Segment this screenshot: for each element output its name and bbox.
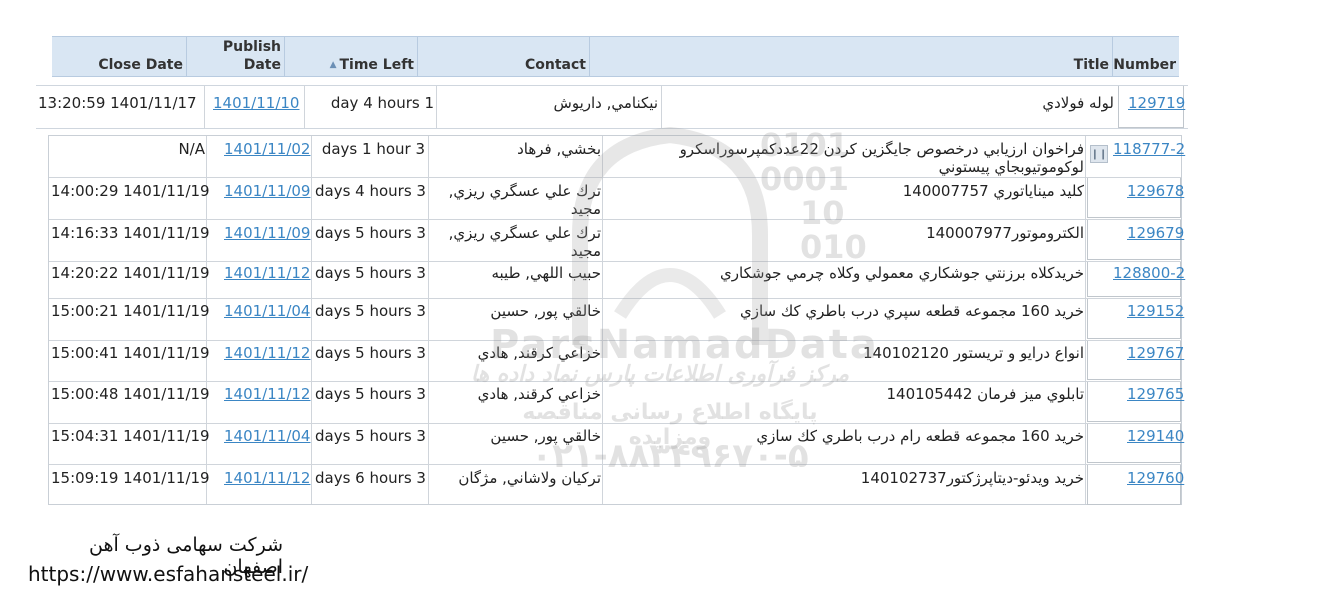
contact-name: تركيان ولاشاني, مژگان <box>458 469 601 487</box>
close-date: 14:20:22 1401/11/19 <box>51 264 210 282</box>
tender-number-link[interactable]: 128800-2 <box>1113 264 1185 282</box>
tender-number-link[interactable]: 129679 <box>1127 224 1184 242</box>
publish-date-link[interactable]: 1401/11/12 <box>224 385 310 403</box>
row-divider <box>49 298 1181 299</box>
contact-name: ترك علي عسگري ريزي, <box>448 182 601 200</box>
close-date: 15:00:48 1401/11/19 <box>51 385 210 403</box>
tender-title: خريد 160 مجموعه قطعه سپري درب باطري كك س… <box>739 302 1084 320</box>
tender-title: لوله فولادي <box>1042 94 1114 112</box>
row-divider <box>49 381 1181 382</box>
row-divider <box>49 340 1181 341</box>
tender-table: ❙❙ 118777-2 فراخوان ارزيابي درخصوص جايگز… <box>48 135 1185 505</box>
tender-number-link[interactable]: 118777-2 <box>1113 140 1185 158</box>
publish-date-link[interactable]: 1401/11/12 <box>224 469 310 487</box>
tender-title: الكتروموتور140007977 <box>926 224 1084 242</box>
publish-date-link[interactable]: 1401/11/10 <box>213 94 299 112</box>
row-divider <box>49 219 1181 220</box>
contact-name-line2: مجيد <box>570 242 601 260</box>
row-divider <box>49 423 1181 424</box>
contact-name: بخشي, فرهاد <box>517 140 601 158</box>
divider <box>311 136 312 504</box>
divider <box>661 86 662 128</box>
header-title[interactable]: Title <box>590 37 1113 77</box>
close-date: 15:00:21 1401/11/19 <box>51 302 210 320</box>
divider <box>1085 136 1086 504</box>
tender-number-link[interactable]: 129140 <box>1127 427 1184 445</box>
tender-title: فراخوان ارزيابي درخصوص جايگزين كردن 22عد… <box>679 140 1084 158</box>
publish-date-link[interactable]: 1401/11/04 <box>224 427 310 445</box>
tender-title-line2: لوكوموتيوبجاي پيستوني <box>938 158 1084 176</box>
tender-title: تابلوي ميز فرمان 140105442 <box>886 385 1085 403</box>
close-date: 15:00:41 1401/11/19 <box>51 344 210 362</box>
close-date: N/A <box>178 140 205 158</box>
header-number[interactable]: Number <box>1113 37 1179 77</box>
publish-date-link[interactable]: 1401/11/04 <box>224 302 310 320</box>
column-header-bar: Close Date Publish Date ▲ Time Left Cont… <box>52 36 1179 77</box>
time-left: days 5 hours 3 <box>315 224 426 242</box>
tender-title: خريد 160 مجموعه قطعه رام درب باطري كك سا… <box>756 427 1084 445</box>
close-date: 15:09:19 1401/11/19 <box>51 469 210 487</box>
divider <box>428 136 429 504</box>
publish-date-link[interactable]: 1401/11/09 <box>224 182 310 200</box>
contact-name-line2: مجيد <box>570 200 601 218</box>
contact-name: خالقي پور, حسين <box>490 427 601 445</box>
divider <box>602 136 603 504</box>
divider <box>204 86 205 128</box>
time-left: day 4 hours 1 <box>330 94 434 112</box>
tender-number-link[interactable]: 129152 <box>1127 302 1184 320</box>
tender-number-link[interactable]: 129765 <box>1127 385 1184 403</box>
header-publish-date[interactable]: Publish Date <box>187 37 285 77</box>
tender-number-link[interactable]: 129719 <box>1128 94 1185 112</box>
tender-number-link[interactable]: 129760 <box>1127 469 1184 487</box>
contact-name: نيكنامي, داريوش <box>553 94 658 112</box>
tender-number-link[interactable]: 129678 <box>1127 182 1184 200</box>
contact-name: خزاعي كرقند, هادي <box>477 385 601 403</box>
publish-date-link[interactable]: 1401/11/09 <box>224 224 310 242</box>
time-left: days 6 hours 3 <box>315 469 426 487</box>
header-close-date[interactable]: Close Date <box>52 37 187 77</box>
time-left: days 5 hours 3 <box>315 264 426 282</box>
publish-date-link[interactable]: 1401/11/12 <box>224 344 310 362</box>
contact-name: ترك علي عسگري ريزي, <box>448 224 601 242</box>
divider <box>436 86 437 128</box>
publish-date-link[interactable]: 1401/11/12 <box>224 264 310 282</box>
time-left: days 5 hours 3 <box>315 302 426 320</box>
close-date: 15:04:31 1401/11/19 <box>51 427 210 445</box>
tender-title: انواع درايو و تريستور 140102120 <box>863 344 1084 362</box>
pause-icon[interactable]: ❙❙ <box>1090 145 1108 163</box>
publish-date-link[interactable]: 1401/11/02 <box>224 140 310 158</box>
tender-title: خريد ويدئو-ديتاپرژكتور140102737 <box>860 469 1084 487</box>
divider <box>304 86 305 128</box>
company-url[interactable]: https://www.esfahansteel.ir/ <box>28 562 308 586</box>
time-left: days 4 hours 3 <box>315 182 426 200</box>
header-time-left[interactable]: ▲ Time Left <box>285 37 418 77</box>
contact-name: خالقي پور, حسين <box>490 302 601 320</box>
close-date: 13:20:59 1401/11/17 <box>38 94 197 112</box>
table-row[interactable]: 129719 لوله فولادي نيكنامي, داريوش day 4… <box>36 85 1188 129</box>
contact-name: خزاعي كرقند, هادي <box>477 344 601 362</box>
header-contact[interactable]: Contact <box>418 37 590 77</box>
row-divider <box>49 177 1181 178</box>
time-left: days 1 hour 3 <box>321 140 425 158</box>
close-date: 14:16:33 1401/11/19 <box>51 224 210 242</box>
time-left: days 5 hours 3 <box>315 385 426 403</box>
tender-number-link[interactable]: 129767 <box>1127 344 1184 362</box>
tender-title: كليد ميناياتوري 140007757 <box>902 182 1084 200</box>
sort-up-icon: ▲ <box>329 60 337 70</box>
tender-title: خريدكلاه برزنتي جوشكاري معمولي وكلاه چرم… <box>720 264 1084 282</box>
row-divider <box>49 261 1181 262</box>
row-divider <box>49 464 1181 465</box>
close-date: 14:00:29 1401/11/19 <box>51 182 210 200</box>
contact-name: حبيب اللهي, طيبه <box>491 264 601 282</box>
time-left: days 5 hours 3 <box>315 344 426 362</box>
time-left: days 5 hours 3 <box>315 427 426 445</box>
